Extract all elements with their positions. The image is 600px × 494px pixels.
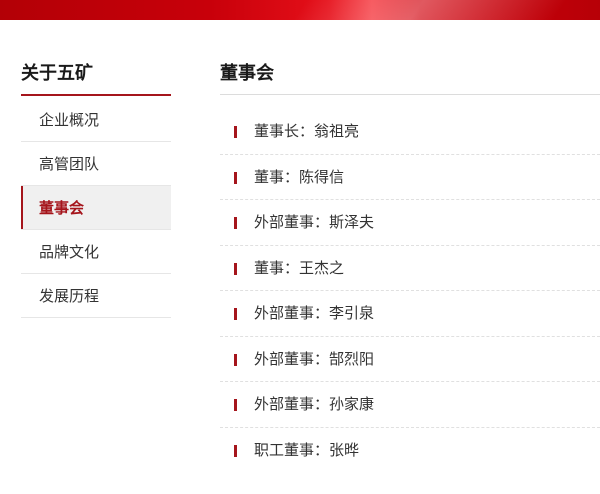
list-item[interactable]: 董事：王杰之 [220, 246, 600, 291]
list-item[interactable]: 外部董事：孙家康 [220, 382, 600, 428]
member-label: 外部董事：李引泉 [254, 304, 375, 322]
member-list: 董事长：翁祖亮 董事：陈得信 外部董事：斯泽夫 董事：王杰之 外部董事：李引泉 … [220, 109, 600, 473]
member-label: 董事：王杰之 [254, 258, 345, 277]
page-title: 董事会 [220, 58, 600, 95]
list-item[interactable]: 外部董事：李引泉 [220, 291, 600, 337]
sidebar-item-company-overview[interactable]: 企业概况 [21, 98, 171, 142]
list-item[interactable]: 外部董事：郜烈阳 [220, 337, 600, 382]
sidebar-item-history[interactable]: 发展历程 [21, 274, 171, 318]
member-label: 外部董事：斯泽夫 [254, 213, 375, 231]
member-label: 董事长：翁祖亮 [254, 122, 360, 140]
bullet-bar-icon [234, 353, 237, 366]
bullet-bar-icon [234, 126, 237, 138]
bullet-bar-icon [234, 262, 237, 275]
list-item[interactable]: 外部董事：斯泽夫 [220, 200, 600, 246]
sidebar-item-brand-culture[interactable]: 品牌文化 [21, 230, 171, 274]
list-item[interactable]: 董事长：翁祖亮 [220, 109, 600, 155]
list-item[interactable]: 董事：陈得信 [220, 155, 600, 200]
bullet-bar-icon [234, 399, 237, 411]
member-label: 外部董事：郜烈阳 [254, 349, 375, 368]
sidebar-nav: 企业概况 高管团队 董事会 品牌文化 发展历程 [21, 98, 171, 318]
bullet-bar-icon [234, 171, 237, 184]
header-banner [0, 0, 600, 20]
member-label: 董事：陈得信 [254, 167, 345, 186]
bullet-bar-icon [234, 217, 237, 229]
list-item[interactable]: 职工董事：张晔 [220, 428, 600, 474]
member-label: 外部董事：孙家康 [254, 395, 375, 413]
bullet-bar-icon [234, 444, 237, 457]
sidebar-item-senior-management[interactable]: 高管团队 [21, 142, 171, 186]
sidebar: 关于五矿 企业概况 高管团队 董事会 品牌文化 发展历程 [21, 58, 171, 318]
sidebar-item-board-of-directors[interactable]: 董事会 [21, 186, 171, 230]
member-label: 职工董事：张晔 [254, 440, 360, 459]
bullet-bar-icon [234, 308, 237, 320]
sidebar-title: 关于五矿 [21, 58, 171, 96]
banner-highlight [278, 0, 582, 20]
main-content: 董事会 董事长：翁祖亮 董事：陈得信 外部董事：斯泽夫 董事：王杰之 外部董事：… [220, 58, 600, 473]
